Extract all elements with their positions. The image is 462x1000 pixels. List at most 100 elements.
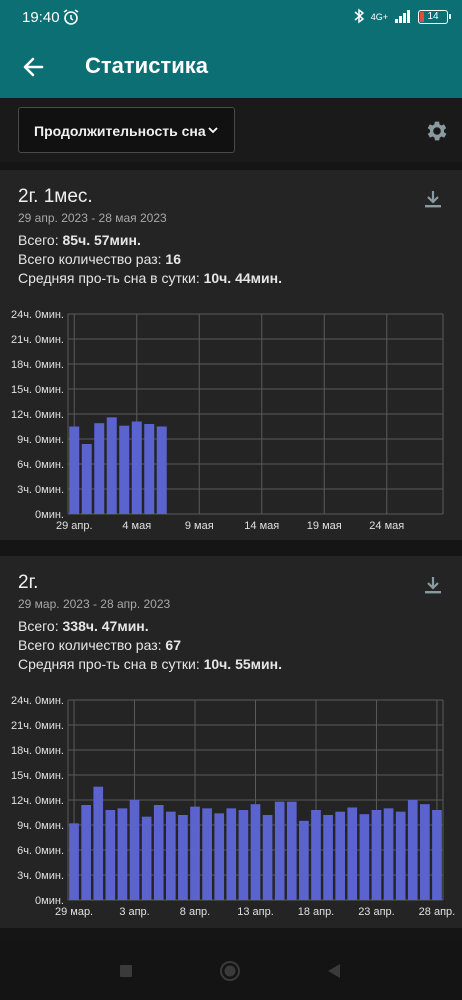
bar [105,810,116,900]
x-tick-label: 29 апр. [56,520,93,532]
y-tick-label: 15ч. 0мин. [11,770,64,782]
y-tick-label: 9ч. 0мин. [17,434,64,446]
bar [226,808,237,900]
stat-type-dropdown[interactable]: Продолжительность сна [18,107,235,153]
bar [420,804,430,900]
bar [69,823,79,900]
x-tick-label: 28 апр. [419,906,456,918]
x-tick-label: 9 мая [185,520,214,532]
home-icon[interactable] [219,960,241,982]
x-tick-label: 24 мая [369,520,404,532]
y-tick-label: 21ч. 0мин. [11,720,64,732]
x-tick-label: 8 апр. [180,906,210,918]
bar [335,811,346,900]
bar [432,810,442,900]
bar [69,426,80,514]
bar [178,815,188,900]
alarm-icon [62,8,80,31]
y-tick-label: 3ч. 0мин. [17,484,64,496]
chevron-down-icon [208,127,218,134]
card-period: 2г. 1мес. [18,186,93,207]
x-tick-label: 13 апр. [237,906,274,918]
app-bar: Статистика [0,36,462,98]
download-icon[interactable] [422,188,444,210]
bar [347,807,358,900]
gear-icon[interactable] [424,118,450,144]
y-tick-label: 3ч. 0мин. [17,870,64,882]
status-time: 19:40 [22,9,60,26]
x-tick-label: 29 мар. [55,906,93,918]
x-tick-label: 3 апр. [119,906,149,918]
bar [395,811,406,900]
x-tick-label: 14 мая [244,520,279,532]
x-tick-label: 23 апр. [358,906,395,918]
y-tick-label: 24ч. 0мин. [11,695,64,707]
dropdown-selected-label: Продолжительность сна [34,123,206,139]
card-average: Средняя про-ть сна в сутки: 10ч. 55мин. [18,656,282,672]
network-label: 4G+ [370,12,388,22]
bar [359,814,370,900]
recents-icon[interactable] [119,964,133,978]
y-tick-label: 6ч. 0мин. [17,845,64,857]
x-tick-label: 18 апр. [298,906,335,918]
system-nav-bar [0,940,462,1000]
bar [299,820,309,900]
sleep-duration-chart-2: 0мин.3ч. 0мин.6ч. 0мин.9ч. 0мин.12ч. 0ми… [11,695,456,918]
bar [94,423,105,514]
card-period: 2г. [18,572,39,593]
bar [202,808,212,900]
bar [81,444,92,514]
bar [371,810,382,900]
y-tick-label: 18ч. 0мин. [11,745,64,757]
back-button[interactable] [18,52,48,82]
battery-level: 14 [427,11,439,22]
stats-card-2: 2г. 29 мар. 2023 - 28 апр. 2023 Всего: 3… [0,556,462,928]
y-tick-label: 12ч. 0мин. [11,795,64,807]
bar [383,808,394,900]
bar [238,810,249,900]
bar [190,806,200,900]
y-tick-label: 24ч. 0мин. [11,309,64,321]
y-tick-label: 12ч. 0мин. [11,409,64,421]
bar [311,810,321,900]
sleep-duration-chart-1: 0мин.3ч. 0мин.6ч. 0мин.9ч. 0мин.12ч. 0ми… [11,309,444,532]
bar [141,816,152,900]
x-tick-label: 4 мая [122,520,151,532]
bar [214,813,225,900]
bar [117,808,128,900]
arrow-back-icon [23,57,44,77]
signal-icon [394,9,412,25]
bar [323,815,333,900]
bluetooth-icon [353,8,365,26]
bar [144,424,155,514]
bar [106,417,117,514]
y-tick-label: 15ч. 0мин. [11,384,64,396]
y-tick-label: 9ч. 0мин. [17,820,64,832]
page-title: Статистика [85,53,208,78]
bar [156,426,167,514]
bar [81,805,91,900]
bar [407,800,418,900]
bar [153,805,164,900]
bar [274,801,285,900]
y-tick-label: 18ч. 0мин. [11,359,64,371]
bar [131,421,142,514]
bar [250,804,261,900]
card-date-range: 29 апр. 2023 - 28 мая 2023 [18,211,167,225]
battery-icon: 14 [418,10,451,24]
download-icon[interactable] [422,574,444,596]
card-date-range: 29 мар. 2023 - 28 апр. 2023 [18,597,171,611]
card-count: Всего количество раз: 16 [18,251,181,267]
y-tick-label: 21ч. 0мин. [11,334,64,346]
x-tick-label: 19 мая [307,520,342,532]
y-tick-label: 6ч. 0мин. [17,459,64,471]
bar [262,815,273,900]
bar [93,786,104,900]
stats-card-1: 2г. 1мес. 29 апр. 2023 - 28 мая 2023 Все… [0,170,462,540]
back-nav-icon[interactable] [326,963,342,979]
card-count: Всего количество раз: 67 [18,637,181,653]
bar [119,425,130,514]
card-total: Всего: 338ч. 47мин. [18,618,149,634]
card-average: Средняя про-ть сна в сутки: 10ч. 44мин. [18,270,282,286]
bar [165,811,176,900]
